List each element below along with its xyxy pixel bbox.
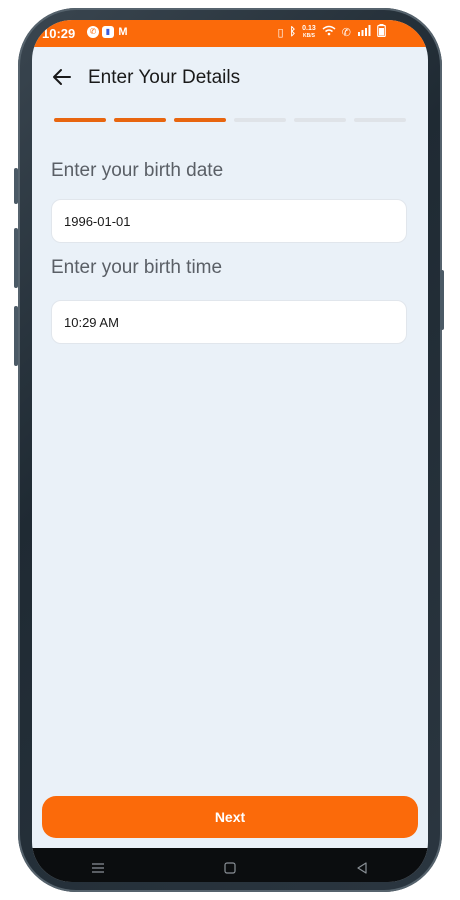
arrow-left-icon [53,69,71,85]
progress-step-5 [294,118,346,122]
progress-step-3 [174,118,226,122]
birth-time-label: Enter your birth time [51,257,223,278]
vibrate-icon: ▯ [277,26,284,39]
birth-time-field[interactable]: 10:29 AM [51,300,407,344]
net-speed: 0.13 KB/S [302,25,316,40]
progress-step-2 [114,118,166,122]
side-button-left-2 [14,228,18,288]
side-button-left-1 [14,168,18,204]
next-button[interactable]: Next [42,796,418,838]
recent-apps-button[interactable] [78,853,118,882]
net-speed-unit: KB/S [302,32,315,39]
home-button[interactable] [210,853,250,882]
header: Enter Your Details [32,47,428,107]
progress-step-6 [354,118,406,122]
status-right: ▯ ᛒ 0.13 KB/S ✆ [277,24,386,40]
message-icon: ▮ [102,26,114,38]
screen: 10:29 ✆ ▮ M ▯ ᛒ 0.13 KB/S ✆ Enter Your D… [32,20,428,882]
side-button-left-3 [14,306,18,366]
page-title: Enter Your Details [88,67,241,88]
battery-icon [377,24,386,40]
menu-icon [92,863,104,873]
system-nav-bar [32,848,428,882]
status-bar: 10:29 ✆ ▮ M ▯ ᛒ 0.13 KB/S ✆ [32,20,428,47]
progress-steps [54,118,406,122]
notification-icons: ✆ ▮ M [87,26,129,38]
bluetooth-icon: ᛒ [289,26,297,38]
birth-date-value: 1996-01-01 [64,213,131,229]
side-button-right [440,270,444,330]
birth-time-value: 10:29 AM [64,314,119,330]
wifi-icon [322,25,336,39]
birth-date-label: Enter your birth date [51,160,224,181]
progress-step-1 [54,118,106,122]
progress-step-4 [234,118,286,122]
signal-icon [357,25,371,39]
net-speed-value: 0.13 [302,24,316,32]
whatsapp-icon: ✆ [87,26,99,38]
back-button[interactable] [48,63,76,91]
back-triangle-icon [357,862,367,874]
status-time: 10:29 [42,26,76,41]
system-back-button[interactable] [342,853,382,882]
birth-date-field[interactable]: 1996-01-01 [51,199,407,243]
home-icon [224,862,236,874]
gmail-icon: M [118,26,128,38]
call-icon: ✆ [341,26,351,39]
